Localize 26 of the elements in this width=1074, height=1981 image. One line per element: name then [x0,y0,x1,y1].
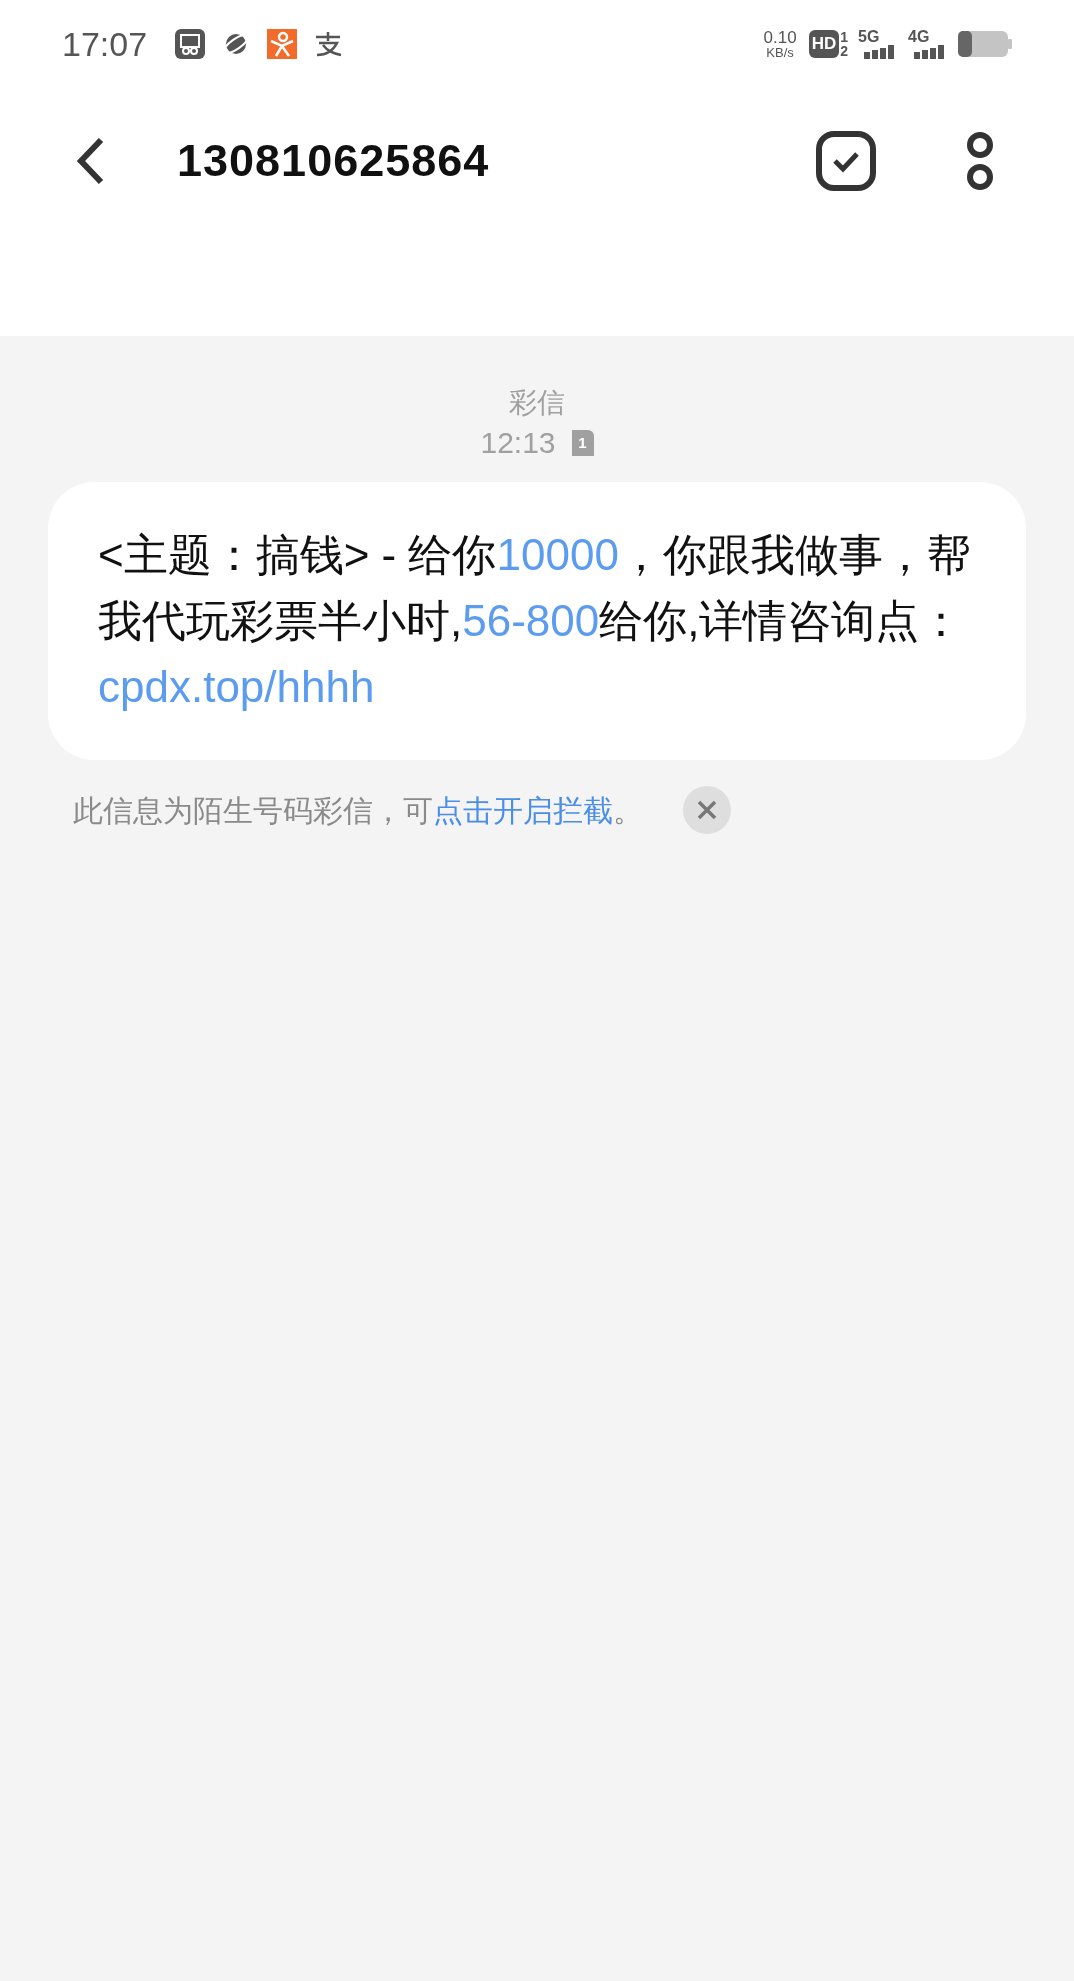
checkbox-icon [816,131,876,191]
message-text: <主题：搞钱> - 给你10000，你跟我做事，帮我代玩彩票半小时,56-800给你,详情咨询点： cpdx.top/hhhh [98,529,972,713]
back-icon [75,137,105,185]
sim-badge: 1 [571,430,594,456]
network-type: 5G [858,29,881,45]
network-type: 4G [908,29,931,45]
message-type-label: 彩信 [509,386,565,420]
message-link[interactable]: 10000 [496,530,619,579]
message-link[interactable]: cpdx.top/hhhh [98,662,375,711]
battery-icon [958,31,1012,57]
sim-label: 1 [840,30,848,44]
close-notice-button[interactable] [683,786,731,834]
block-link[interactable]: 点击开启拦截 [433,793,613,827]
sim-label: 2 [840,44,848,58]
stranger-notice: 此信息为陌生号码彩信，可点击开启拦截。 [73,792,643,829]
close-icon [697,800,717,820]
more-icon [966,131,994,191]
select-button[interactable] [816,131,876,191]
hd-badge: HD [808,30,840,58]
message-link[interactable]: 56-800 [462,596,600,645]
contact-number: 130810625864 [177,134,490,189]
person-app-icon [267,29,298,59]
network-speed: 0.10 KB/s [763,29,797,59]
more-button[interactable] [966,131,994,191]
message-time: 12:13 [480,425,556,461]
status-time: 17:07 [62,23,148,65]
